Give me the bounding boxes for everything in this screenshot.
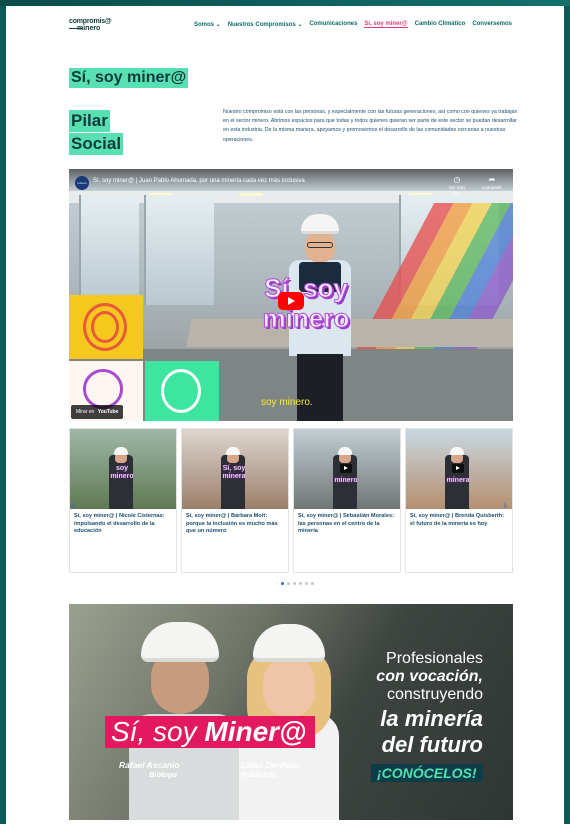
- thumb-helmet: [114, 447, 128, 455]
- thumb-play-icon[interactable]: [340, 464, 352, 473]
- window: [144, 195, 214, 305]
- thumb-label: soy minero: [110, 465, 134, 480]
- window: [79, 195, 139, 305]
- video-title[interactable]: Sí, soy miner@ | Juan Pablo Ahumada, por…: [93, 178, 305, 184]
- card-caption[interactable]: Sí, soy miner@ | Bárbara Mori: porque la…: [182, 509, 288, 536]
- person1-caption: Rafael Ascanio Biólogo: [119, 760, 180, 780]
- carousel-dots: [281, 582, 314, 585]
- carousel-dot[interactable]: [281, 582, 284, 585]
- person-helmet: [141, 622, 219, 662]
- share-label: Compartir: [482, 185, 502, 190]
- watch-later-label: Ver más ta...: [448, 185, 466, 195]
- clock-icon: ◷: [453, 175, 461, 184]
- person1-role: Biólogo: [149, 770, 177, 779]
- page-frame: compromis@ minero Somos ⌄ Nuestros Compr…: [6, 6, 564, 824]
- ceiling-lamp: [239, 193, 263, 196]
- share-icon: ➦: [488, 175, 496, 184]
- thumb-helmet: [450, 447, 464, 455]
- overlay-line1: Sí, soy: [264, 273, 349, 304]
- fingerprint-icon: [161, 369, 201, 413]
- card-thumbnail[interactable]: minera: [406, 429, 512, 509]
- card-caption[interactable]: Sí, soy miner@ | Brenda Quisberth: el fu…: [406, 509, 512, 528]
- channel-avatar[interactable]: minero: [75, 176, 89, 190]
- presenter-glasses: [307, 242, 333, 248]
- fingerprint-icon: [91, 311, 119, 343]
- person2-caption: Lilian Denham Publicista: [241, 760, 299, 780]
- banner-line4: la minería: [380, 706, 483, 731]
- card-thumbnail[interactable]: minero: [294, 429, 400, 509]
- pilar-line2: Social: [69, 133, 124, 155]
- carousel-card[interactable]: minera Sí, soy miner@ | Brenda Quisberth…: [405, 428, 513, 573]
- card-thumbnail[interactable]: Sí, soy minera: [182, 429, 288, 509]
- watch-on-youtube-button[interactable]: Mirar en YouTube: [71, 405, 124, 419]
- video-carousel: soy minero Sí, soy miner@ | Nicole Ciste…: [69, 428, 513, 573]
- thumb-label: minera: [446, 477, 470, 484]
- banner-cta-button[interactable]: ¡CONÓCELOS!: [371, 764, 483, 782]
- carousel-dot[interactable]: [287, 582, 290, 585]
- carousel-dot[interactable]: [311, 582, 314, 585]
- carousel-dot[interactable]: [299, 582, 302, 585]
- page-title: Sí, soy miner@: [69, 68, 189, 88]
- video-overlay-title: Sí, soy minero: [241, 273, 371, 334]
- banner-line2: con vocación,: [376, 668, 483, 685]
- pilar-heading: Pilar Social: [69, 110, 124, 156]
- site-logo[interactable]: compromis@ minero: [69, 18, 117, 34]
- person-face: [263, 656, 315, 718]
- overlay-line2: minero: [262, 303, 350, 334]
- thumb-label: minero: [334, 477, 358, 484]
- promo-banner[interactable]: Profesionales con vocación, construyendo…: [69, 604, 513, 820]
- person2-name: Lilian Denham: [241, 760, 300, 770]
- carousel-next-icon[interactable]: ›: [503, 498, 507, 512]
- slogan-prefix: Sí, soy: [111, 716, 205, 747]
- watch-on-label: Mirar en: [76, 409, 95, 415]
- fingerprint-tile: [145, 361, 219, 421]
- watch-later-button[interactable]: ◷ Ver más ta...: [445, 175, 469, 195]
- carousel-card[interactable]: minero Sí, soy miner@ | Sebastián Morale…: [293, 428, 401, 573]
- person1-name: Rafael Ascanio: [119, 760, 180, 770]
- nav-si-soy-minero[interactable]: Sí, soy miner@: [364, 21, 408, 28]
- thumb-person: [221, 455, 245, 509]
- thumb-play-icon[interactable]: [452, 464, 464, 473]
- card-caption[interactable]: Sí, soy miner@ | Sebastián Morales: las …: [294, 509, 400, 536]
- banner-line1: Profesionales: [386, 650, 483, 667]
- presenter-helmet: [301, 214, 339, 234]
- logo-line1: compromis@: [69, 18, 112, 25]
- logo-line2: minero: [77, 25, 101, 32]
- person2-role: Publicista: [241, 770, 277, 779]
- pilar-line1: Pilar: [69, 110, 110, 132]
- nav-nuestros-compromisos[interactable]: Nuestros Compromisos ⌄: [228, 21, 303, 28]
- video-subtitle: soy minero.: [261, 397, 313, 408]
- thumb-helmet: [338, 447, 352, 455]
- carousel-dot[interactable]: [305, 582, 308, 585]
- carousel-card[interactable]: soy minero Sí, soy miner@ | Nicole Ciste…: [69, 428, 177, 573]
- pilar-description: Nuestro compromiso está con las personas…: [223, 109, 518, 143]
- fingerprint-tile: [69, 295, 143, 359]
- carousel-prev-icon[interactable]: ‹: [71, 498, 75, 512]
- thumb-helmet: [226, 447, 240, 455]
- logo-underline: [69, 28, 83, 29]
- fingerprint-icon: [83, 369, 123, 409]
- carousel-card[interactable]: Sí, soy minera Sí, soy miner@ | Bárbara …: [181, 428, 289, 573]
- nav-comunicaciones[interactable]: Comunicaciones: [309, 21, 357, 28]
- card-thumbnail[interactable]: soy minero: [70, 429, 176, 509]
- nav-cambio-climatico[interactable]: Cambio Climático: [415, 21, 466, 28]
- video-player[interactable]: Sí, soy minero soy minero. minero Sí, so…: [69, 169, 513, 421]
- nav-conversemos[interactable]: Conversemos: [472, 21, 512, 28]
- slogan-strong: Miner@: [204, 716, 307, 747]
- nav-somos[interactable]: Somos ⌄: [194, 21, 221, 28]
- share-button[interactable]: ➦ Compartir: [479, 175, 505, 190]
- banner-slogan: Sí, soy Miner@: [105, 716, 315, 748]
- banner-line5: del futuro: [381, 732, 483, 757]
- main-nav: Somos ⌄ Nuestros Compromisos ⌄ Comunicac…: [194, 21, 512, 28]
- banner-line3: construyendo: [386, 686, 483, 703]
- play-button-icon[interactable]: [278, 292, 304, 310]
- youtube-logo-icon: YouTube: [97, 409, 119, 415]
- card-caption[interactable]: Sí, soy miner@ | Nicole Cisternas: impul…: [70, 509, 176, 536]
- thumb-person: [109, 455, 133, 509]
- carousel-dot[interactable]: [293, 582, 296, 585]
- thumb-label: Sí, soy minera: [222, 465, 246, 480]
- person-helmet: [253, 624, 325, 662]
- presenter-pants: [297, 354, 343, 421]
